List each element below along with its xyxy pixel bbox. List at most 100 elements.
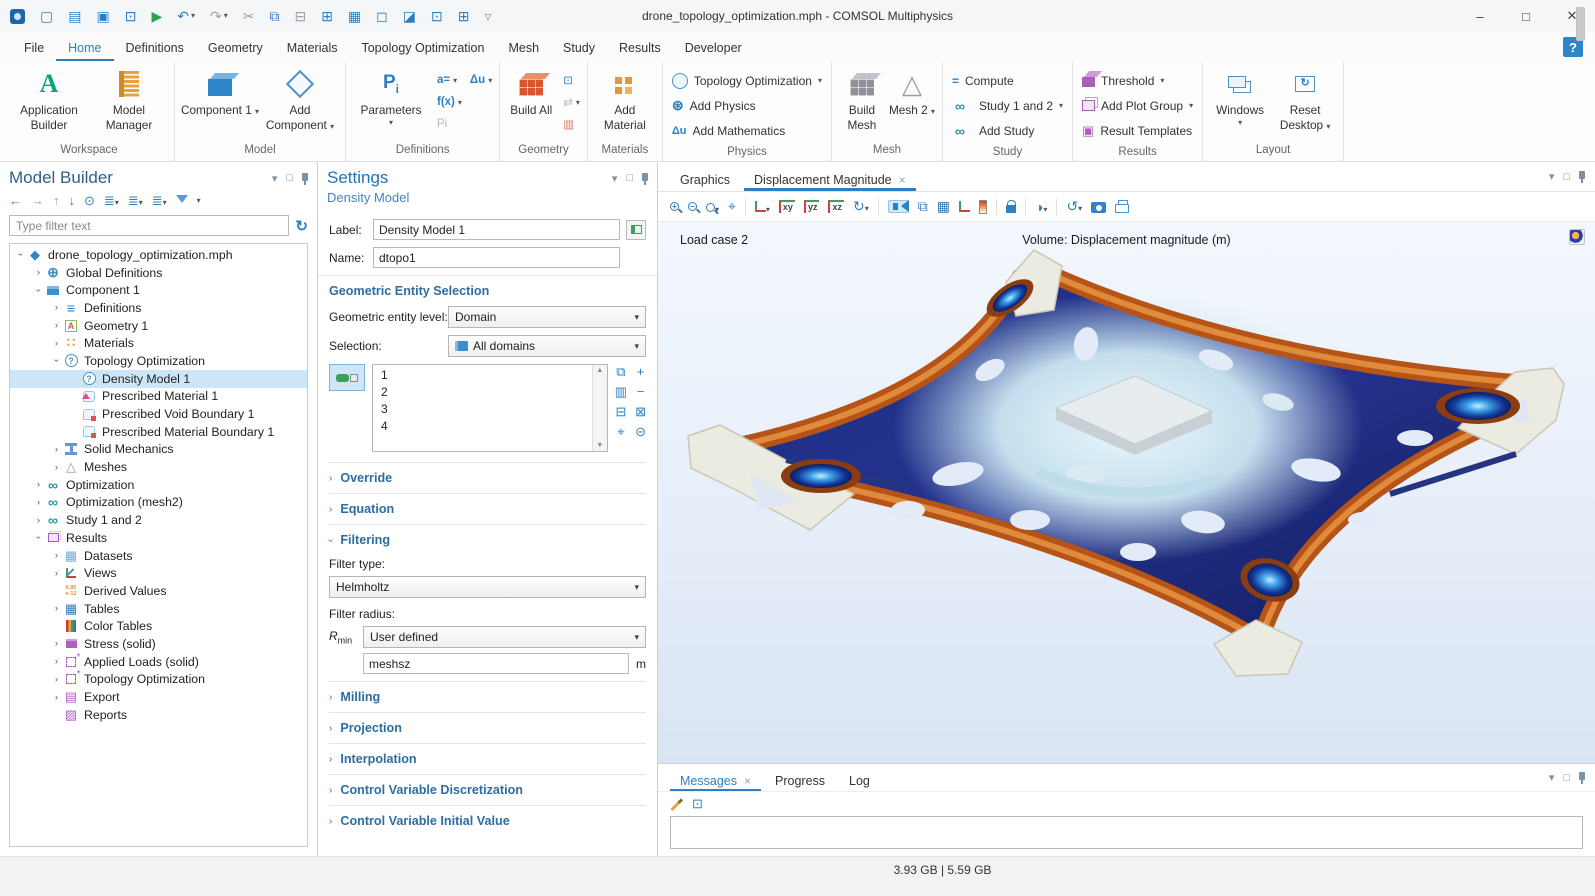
parameters-button[interactable]: Pi Parameters ▾: [351, 65, 431, 128]
delete-icon[interactable]: ▦: [348, 9, 361, 23]
nonlocal-couplings-button[interactable]: Δu▾: [468, 69, 494, 91]
study-1-and-2-button[interactable]: Study 1 and 2 ▾: [948, 93, 1067, 118]
color-legend-icon[interactable]: [979, 200, 987, 214]
selection-dropdown[interactable]: All domains ▾: [448, 335, 646, 357]
zoom-extents-icon[interactable]: ⌖: [728, 198, 736, 215]
create-selection-icon[interactable]: ⧉: [616, 365, 625, 378]
compute-button[interactable]: = Compute: [948, 68, 1067, 93]
menu-tab-materials[interactable]: Materials: [275, 34, 350, 61]
redo-icon[interactable]: ↷▾: [210, 9, 228, 23]
list-scrollbar[interactable]: ▲▼: [592, 365, 607, 451]
tree-item-topology-optimization-results[interactable]: ›Topology Optimization: [10, 671, 307, 689]
panel-float-icon[interactable]: □: [1563, 171, 1570, 183]
tree-item-datasets[interactable]: ›Datasets: [10, 547, 307, 565]
domain-list-item[interactable]: 4: [381, 418, 584, 435]
panel-float-icon[interactable]: □: [286, 172, 293, 184]
tab-graphics[interactable]: Graphics: [670, 162, 740, 191]
plot-thumbnail-icon[interactable]: [1569, 229, 1585, 245]
tree-item-global-definitions[interactable]: ›Global Definitions: [10, 264, 307, 282]
section-override[interactable]: ›Override: [329, 462, 646, 493]
tree-item-export[interactable]: ›Export: [10, 688, 307, 706]
panel-float-icon[interactable]: □: [626, 172, 633, 184]
tree-item-definitions[interactable]: ›Definitions: [10, 299, 307, 317]
refresh-icon[interactable]: ↻: [295, 217, 308, 235]
panel-menu-icon[interactable]: ▾: [612, 172, 618, 185]
domain-list-item[interactable]: 1: [381, 367, 584, 384]
report-log-icon[interactable]: ⊞: [458, 9, 470, 23]
tree-item-prescribed-material-boundary-1[interactable]: Prescribed Material Boundary 1: [10, 423, 307, 441]
tab-displacement-magnitude[interactable]: Displacement Magnitude ×: [744, 162, 916, 191]
tab-log[interactable]: Log: [839, 764, 880, 791]
node-view-icon[interactable]: ≣▾: [152, 193, 167, 209]
add-to-selection-icon[interactable]: +: [637, 365, 645, 378]
menu-tab-file[interactable]: File: [12, 34, 56, 61]
message-table-icon[interactable]: ⊡: [692, 796, 703, 812]
domain-list-item[interactable]: 2: [381, 384, 584, 401]
topology-optimization-button[interactable]: Topology Optimization ▾: [668, 68, 826, 93]
tree-item-prescribed-material-1[interactable]: Prescribed Material 1: [10, 388, 307, 406]
windows-button[interactable]: Windows ▾: [1208, 65, 1272, 128]
functions-button[interactable]: f(x)▾: [435, 91, 464, 113]
tree-item-stress-solid[interactable]: ›Stress (solid): [10, 635, 307, 653]
tree-filter-input[interactable]: [9, 215, 289, 236]
show-axes-icon[interactable]: [959, 199, 970, 215]
lock-view-icon[interactable]: [1006, 205, 1016, 213]
build-mesh-button[interactable]: Build Mesh: [837, 65, 887, 132]
tree-item-materials[interactable]: ›Materials: [10, 334, 307, 352]
tree-item-views[interactable]: ›Views: [10, 564, 307, 582]
view-xy-button[interactable]: xy: [779, 200, 795, 213]
view-yz-button[interactable]: yz: [804, 200, 820, 213]
menu-tab-topology-optimization[interactable]: Topology Optimization: [349, 34, 496, 61]
active-selection-toggle[interactable]: [329, 364, 365, 391]
filter-funnel-icon[interactable]: [176, 195, 188, 209]
undo-icon[interactable]: ↶▾: [177, 9, 195, 23]
update-plot-icon[interactable]: ↺▾: [1066, 198, 1082, 215]
tab-messages[interactable]: Messages ×: [670, 764, 761, 791]
rename-button[interactable]: [626, 220, 646, 240]
model-manager-button[interactable]: Model Manager: [89, 65, 169, 132]
tree-item-component-1[interactable]: ›Component 1: [10, 281, 307, 299]
add-study-button[interactable]: Add Study: [948, 118, 1067, 143]
menu-tab-results[interactable]: Results: [607, 34, 673, 61]
save-as-icon[interactable]: ⊡: [125, 9, 137, 23]
filter-radius-mode-dropdown[interactable]: User defined ▾: [363, 626, 646, 648]
report-preview-icon[interactable]: ⊡: [431, 9, 443, 23]
show-icon[interactable]: ⊙: [84, 193, 95, 209]
select-box-icon[interactable]: ◻: [376, 9, 388, 23]
tab-close-icon[interactable]: ×: [744, 774, 751, 788]
tree-item-optimization[interactable]: ›Optimization: [10, 476, 307, 494]
zoom-box-icon[interactable]: ▾: [706, 199, 719, 215]
messages-output[interactable]: [670, 816, 1583, 849]
variables-button[interactable]: a=▾: [435, 69, 464, 91]
tree-item-tables[interactable]: ›Tables: [10, 600, 307, 618]
view-xz-button[interactable]: xz: [828, 200, 844, 213]
hide-selection-icon[interactable]: ⊝: [635, 425, 646, 438]
section-control-variable-initial-value[interactable]: ›Control Variable Initial Value: [329, 805, 646, 836]
tree-item-meshes[interactable]: ›Meshes: [10, 458, 307, 476]
geometry-update-icon[interactable]: ⇄▾: [561, 91, 582, 113]
run-icon[interactable]: ▶: [151, 9, 162, 23]
name-field-input[interactable]: [373, 247, 620, 268]
tree-item-derived-values[interactable]: Derived Values: [10, 582, 307, 600]
default-view-icon[interactable]: ▾: [755, 199, 770, 215]
maximize-button[interactable]: □: [1503, 0, 1549, 32]
expand-all-icon[interactable]: ≣▾: [128, 193, 143, 209]
transparency-icon[interactable]: ⧉: [918, 198, 928, 215]
clear-messages-icon[interactable]: [670, 801, 679, 810]
section-interpolation[interactable]: ›Interpolation: [329, 743, 646, 774]
zoom-in-icon[interactable]: +: [670, 202, 679, 211]
save-icon[interactable]: ▣: [96, 9, 109, 23]
domain-list-item[interactable]: 3: [381, 401, 584, 418]
menu-tab-developer[interactable]: Developer: [673, 34, 754, 61]
color-theme-icon[interactable]: ◑▾: [1035, 199, 1047, 215]
toolbar-overflow-icon[interactable]: ▿: [484, 9, 491, 23]
tree-item-reports[interactable]: Reports: [10, 706, 307, 724]
copy-icon[interactable]: ⧉: [269, 9, 279, 23]
add-plot-group-button[interactable]: Add Plot Group ▾: [1078, 93, 1197, 118]
component-1-button[interactable]: Component 1 ▾: [180, 65, 260, 118]
snapshot-icon[interactable]: [1091, 202, 1106, 213]
tree-item-root[interactable]: ›drone_topology_optimization.mph: [10, 246, 307, 264]
result-templates-button[interactable]: ▣ Result Templates: [1078, 118, 1197, 143]
print-icon[interactable]: [1115, 204, 1129, 213]
tab-progress[interactable]: Progress: [765, 764, 835, 791]
